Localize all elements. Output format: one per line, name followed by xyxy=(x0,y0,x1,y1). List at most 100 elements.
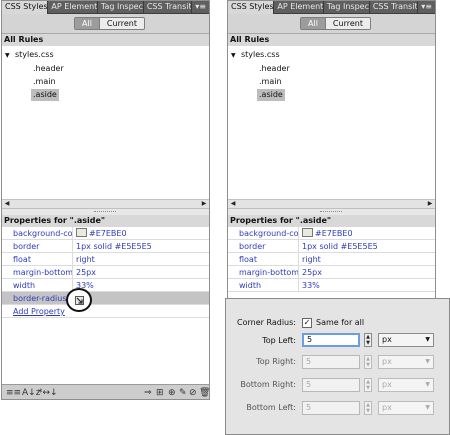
edit-rule-icon[interactable]: ✎ xyxy=(179,388,187,398)
corner-radius-label: Corner Radius: xyxy=(237,318,296,327)
panel-options-menu-icon[interactable]: ▾≡ xyxy=(192,1,209,13)
bottom-right-stepper[interactable]: ▲ ▼ xyxy=(364,378,372,392)
disclosure-triangle-icon[interactable]: ▼ xyxy=(231,50,241,62)
property-value[interactable]: #E7EBE0 xyxy=(302,227,353,240)
property-row[interactable]: background-co... #E7EBE0 xyxy=(228,227,435,240)
new-rule-icon[interactable]: ⊞ xyxy=(156,388,164,398)
top-right-unit-select[interactable]: px ▼ xyxy=(378,355,434,369)
top-right-stepper[interactable]: ▲ ▼ xyxy=(364,355,372,369)
property-row[interactable]: border 1px solid #E5E5E5 xyxy=(2,240,209,253)
tree-item-main[interactable]: .main xyxy=(259,76,282,88)
color-swatch[interactable] xyxy=(302,228,313,237)
tab-ap-elements[interactable]: AP Element xyxy=(274,1,324,14)
dropdown-arrow-icon: ▼ xyxy=(425,358,430,365)
panel-options-menu-icon[interactable]: ▾≡ xyxy=(418,1,435,13)
tab-css-styles[interactable]: CSS Styles xyxy=(2,1,49,14)
bottom-left-input[interactable]: 5 xyxy=(302,401,360,415)
property-row[interactable]: width 33% xyxy=(228,279,435,292)
column-divider xyxy=(72,266,73,279)
property-row[interactable]: width 33% xyxy=(2,279,209,292)
bottom-left-unit-select[interactable]: px ▼ xyxy=(378,401,434,415)
border-radius-popup: Corner Radius: ✓ Same for all Top Left: … xyxy=(225,298,450,435)
tab-ap-elements[interactable]: AP Element xyxy=(48,1,98,14)
property-row[interactable]: background-co... #E7EBE0 xyxy=(2,227,209,240)
tab-css-transitions[interactable]: CSS Transit xyxy=(370,1,419,14)
top-left-input[interactable]: 5 xyxy=(302,333,360,347)
property-row[interactable]: float right xyxy=(2,253,209,266)
tree-item-stylesheet[interactable]: ▼ styles.css xyxy=(231,49,280,61)
top-left-stepper[interactable]: ▲ ▼ xyxy=(364,333,372,347)
dropdown-arrow-icon: ▼ xyxy=(425,381,430,388)
tree-item-aside[interactable]: .aside xyxy=(257,89,285,101)
property-value-text: #E7EBE0 xyxy=(89,229,127,238)
same-for-all-label: Same for all xyxy=(316,318,365,327)
set-properties-view-icon[interactable]: *↔↓ xyxy=(38,388,58,398)
all-rules-header: All Rules xyxy=(228,34,435,46)
property-row-selected[interactable]: border-radius xyxy=(2,292,209,305)
property-value[interactable]: 33% xyxy=(302,279,320,292)
bottom-left-stepper[interactable]: ▲ ▼ xyxy=(364,401,372,415)
properties-list: background-co... #E7EBE0 border 1px soli… xyxy=(228,227,435,292)
delete-rule-icon[interactable]: 🗑 xyxy=(199,388,209,398)
category-view-icon[interactable]: ≡≡ xyxy=(6,388,21,398)
scroll-left-icon[interactable]: ◀ xyxy=(228,200,238,208)
property-name: width xyxy=(239,281,262,290)
property-row[interactable]: float right xyxy=(228,253,435,266)
tree-item-main[interactable]: .main xyxy=(33,76,56,88)
edit-property-popup-button[interactable] xyxy=(66,288,92,312)
property-row[interactable]: margin-bottom 25px xyxy=(2,266,209,279)
disclosure-triangle-icon[interactable]: ▼ xyxy=(5,50,15,62)
tree-item-header[interactable]: .header xyxy=(259,63,290,75)
scroll-right-icon[interactable]: ▶ xyxy=(199,200,209,208)
dropdown-arrow-icon: ▼ xyxy=(425,336,430,343)
bottom-right-unit-select[interactable]: px ▼ xyxy=(378,378,434,392)
add-property-icon[interactable]: ⊕ xyxy=(168,388,176,398)
tree-item-aside[interactable]: .aside xyxy=(31,89,59,101)
property-row[interactable]: border 1px solid #E5E5E5 xyxy=(228,240,435,253)
unit-value: px xyxy=(382,357,392,366)
bottom-right-input[interactable]: 5 xyxy=(302,378,360,392)
property-value[interactable]: right xyxy=(302,253,321,266)
property-name: margin-bottom xyxy=(239,268,299,277)
scroll-right-icon[interactable]: ▶ xyxy=(425,200,435,208)
rules-tree: ▼ styles.css .header .main .aside xyxy=(2,46,209,199)
column-divider xyxy=(72,240,73,253)
current-mode-button[interactable]: Current xyxy=(98,18,144,29)
add-property-row: Add Property xyxy=(2,305,209,318)
property-value[interactable]: 1px solid #E5E5E5 xyxy=(76,240,152,253)
property-value[interactable]: right xyxy=(76,253,95,266)
tree-item-stylesheet[interactable]: ▼ styles.css xyxy=(5,49,54,61)
panel-tab-bar: CSS Styles AP Element Tag Inspec CSS Tra… xyxy=(228,1,435,14)
attach-stylesheet-icon[interactable]: ⇒ xyxy=(144,388,152,398)
property-name: width xyxy=(13,281,36,290)
property-name: border xyxy=(13,242,40,251)
panel-bottom-toolbar: ≡≡ A↓z *↔↓ ⇒ ⊞ ⊕ ✎ ⊘ 🗑 xyxy=(2,384,209,399)
horizontal-scrollbar[interactable]: ◀ ▶ xyxy=(2,199,209,209)
property-value[interactable]: 25px xyxy=(302,266,322,279)
color-swatch[interactable] xyxy=(76,228,87,237)
all-mode-button[interactable]: All xyxy=(301,18,325,29)
all-mode-button[interactable]: All xyxy=(75,18,99,29)
top-left-unit-select[interactable]: px ▼ xyxy=(378,333,434,347)
top-right-input[interactable]: 5 xyxy=(302,355,360,369)
property-name: float xyxy=(239,255,257,264)
tab-css-styles[interactable]: CSS Styles xyxy=(228,1,275,14)
add-property-link[interactable]: Add Property xyxy=(13,305,73,318)
scroll-left-icon[interactable]: ◀ xyxy=(2,200,12,208)
css-styles-panel-right: CSS Styles AP Element Tag Inspec CSS Tra… xyxy=(227,0,436,300)
tab-tag-inspector[interactable]: Tag Inspec xyxy=(98,1,144,14)
current-mode-button[interactable]: Current xyxy=(324,18,370,29)
same-for-all-checkbox[interactable]: ✓ xyxy=(302,318,312,328)
property-value[interactable]: 25px xyxy=(76,266,96,279)
bottom-right-label: Bottom Right: xyxy=(240,380,296,389)
column-divider xyxy=(298,253,299,266)
property-row[interactable]: margin-bottom 25px xyxy=(228,266,435,279)
horizontal-scrollbar[interactable]: ◀ ▶ xyxy=(228,199,435,209)
property-value[interactable]: 1px solid #E5E5E5 xyxy=(302,240,378,253)
tab-tag-inspector[interactable]: Tag Inspec xyxy=(324,1,370,14)
tree-item-header[interactable]: .header xyxy=(33,63,64,75)
rules-tree: ▼ styles.css .header .main .aside xyxy=(228,46,435,199)
property-value[interactable]: #E7EBE0 xyxy=(76,227,127,240)
disable-property-icon[interactable]: ⊘ xyxy=(189,388,197,398)
tab-css-transitions[interactable]: CSS Transit xyxy=(144,1,193,14)
